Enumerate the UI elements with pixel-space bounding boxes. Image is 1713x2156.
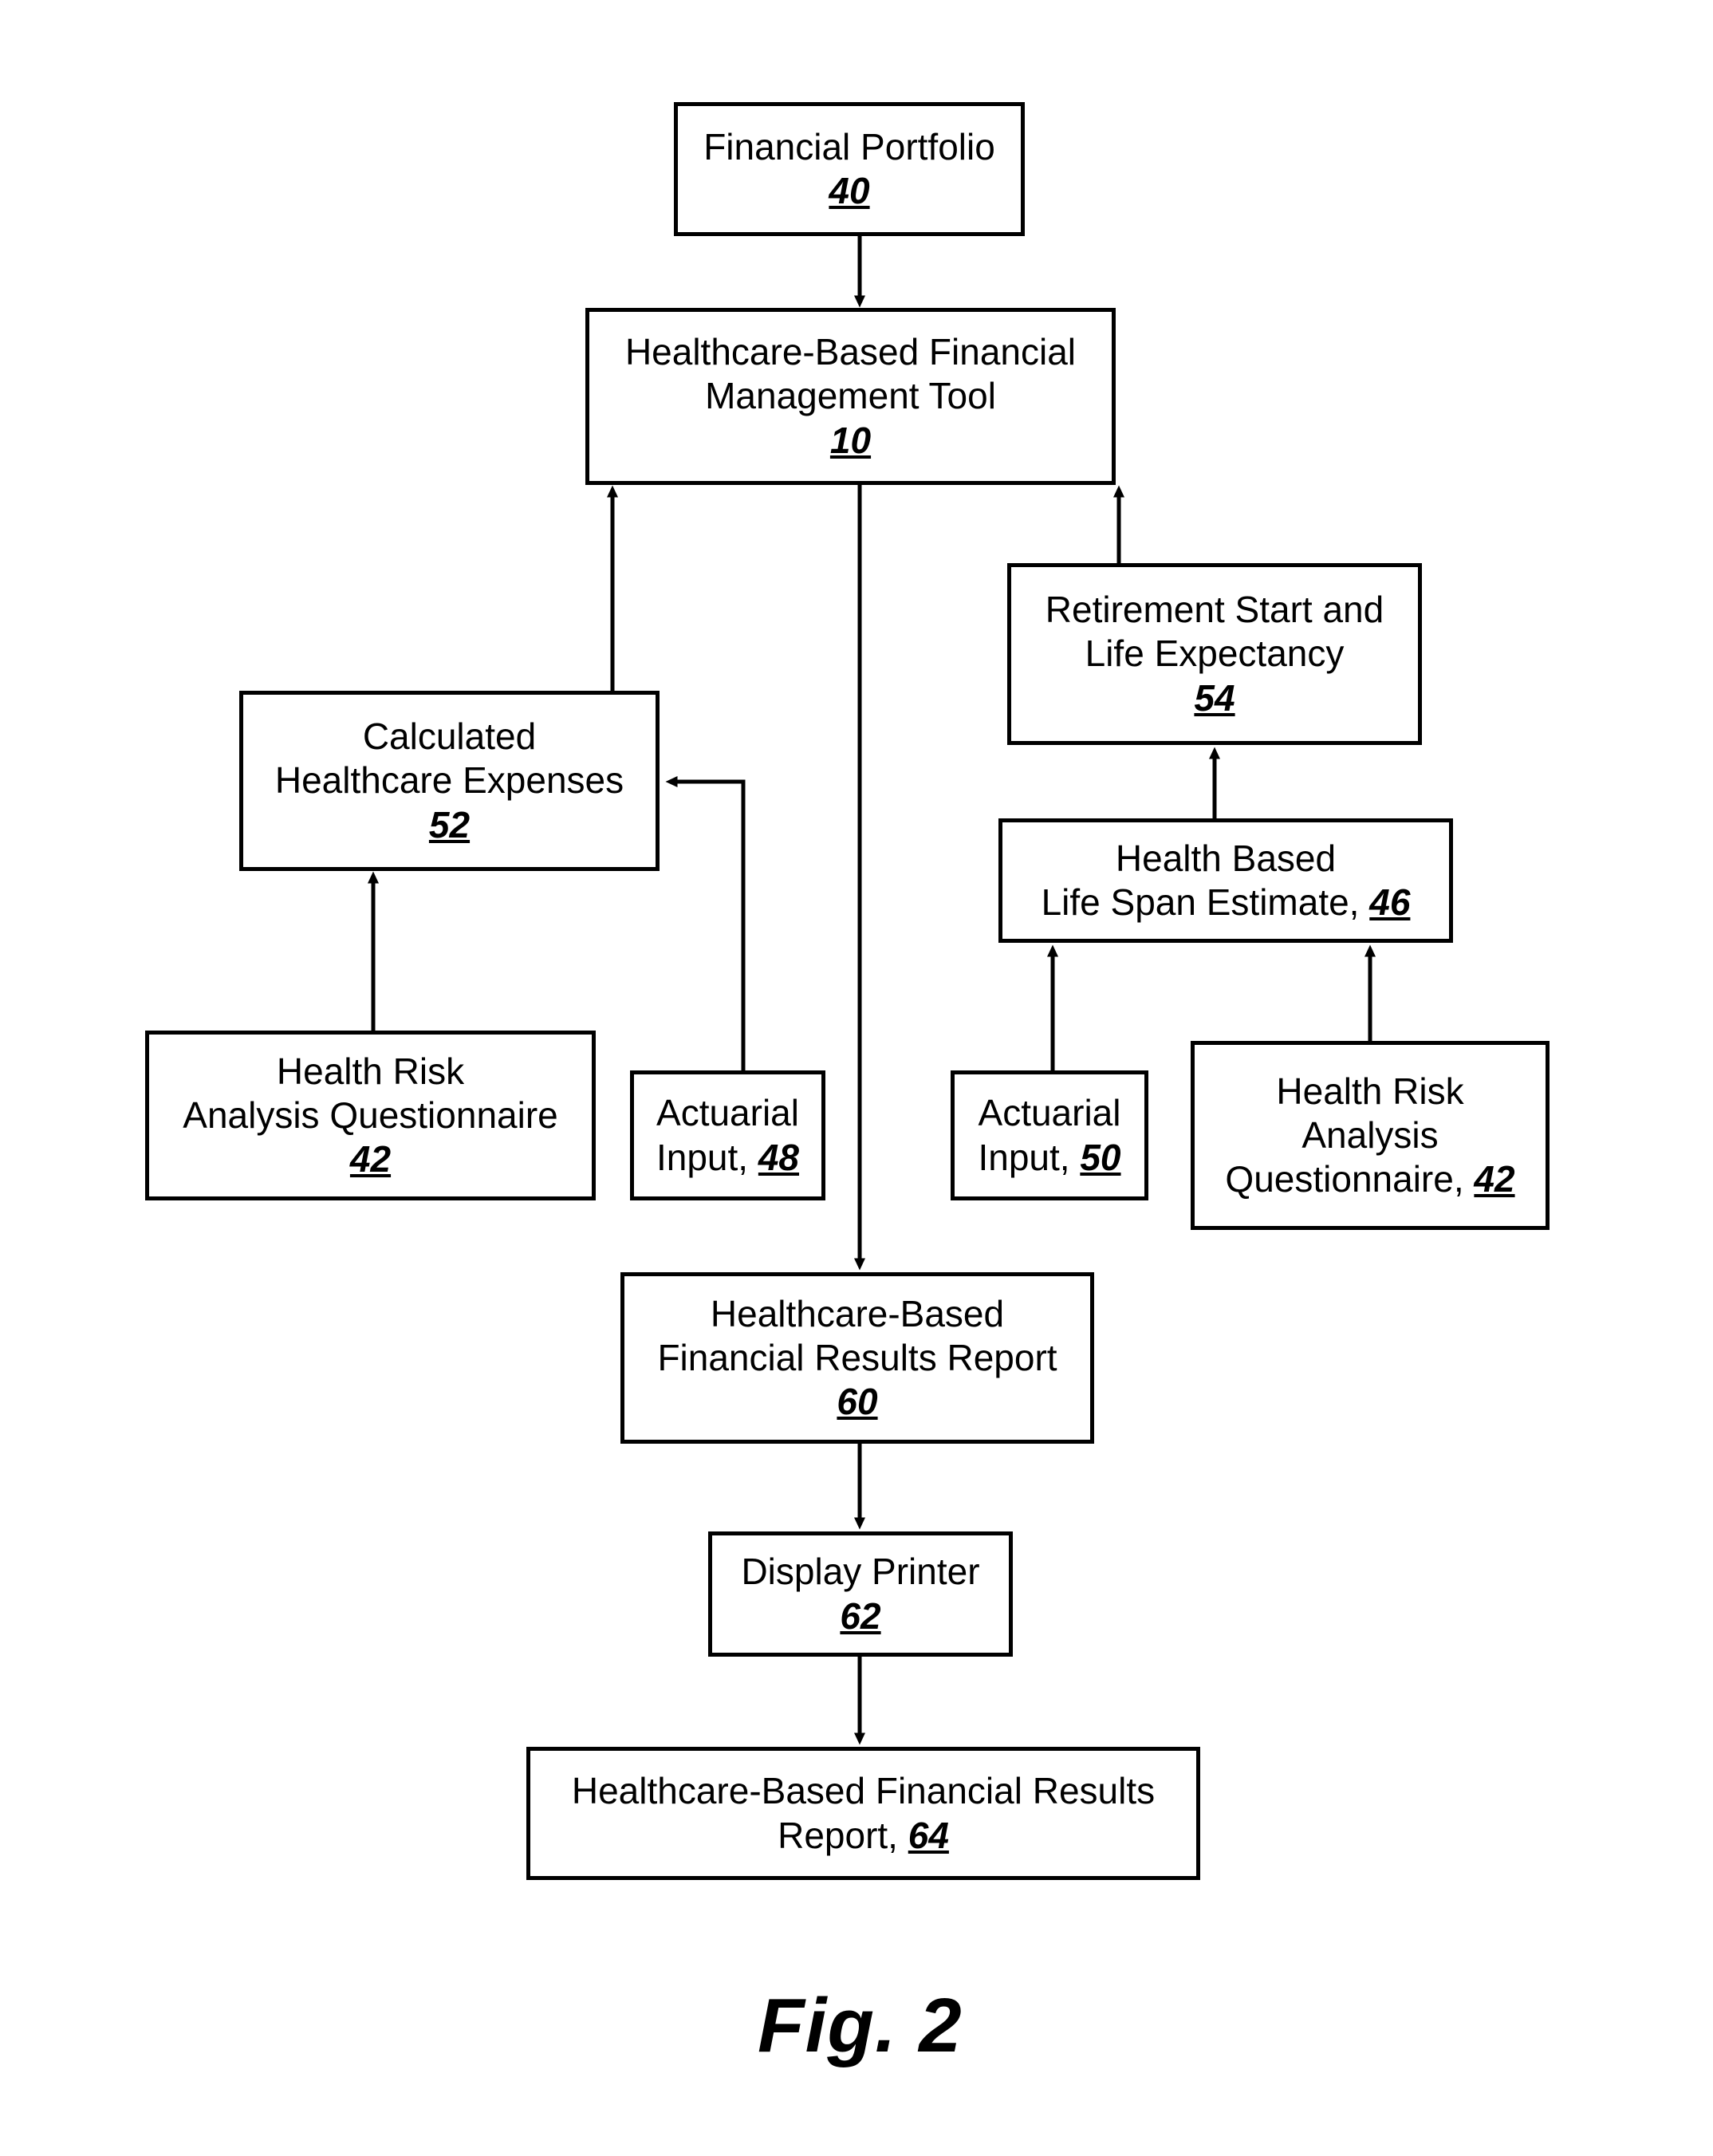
node-tool-line1: Healthcare-Based Financial (624, 331, 1077, 373)
node-retirement-line1: Retirement Start and (1045, 589, 1384, 631)
node-financial-portfolio[interactable]: Financial Portfolio 40 (674, 102, 1025, 236)
node-actuarial-input-50[interactable]: Actuarial Input, 50 (951, 1070, 1148, 1200)
node-actuarial-50-ref: 50 (1080, 1136, 1121, 1178)
node-display-printer[interactable]: Display Printer 62 (708, 1531, 1013, 1657)
node-display-62-line1: Display Printer (741, 1551, 980, 1593)
node-actuarial-50-line2: Input, 50 (978, 1136, 1120, 1180)
node-expenses-ref: 52 (428, 803, 471, 845)
node-retirement-line2: Life Expectancy (1085, 633, 1345, 675)
node-actuarial-48-line2: Input, 48 (656, 1136, 799, 1180)
connector-actuarial48-to-expenses (665, 776, 746, 1070)
node-lifespan-line2-text: Life Span Estimate, (1041, 881, 1360, 923)
node-results-64-line1: Healthcare-Based Financial Results (571, 1770, 1156, 1812)
node-tool-ref: 10 (829, 419, 872, 461)
node-health-based-life-span-estimate[interactable]: Health Based Life Span Estimate, 46 (998, 818, 1453, 943)
node-display-62-ref: 62 (840, 1594, 881, 1637)
node-lifespan-line1: Health Based (1115, 837, 1337, 879)
node-health-risk-analysis-questionnaire-left[interactable]: Health Risk Analysis Questionnaire 42 (145, 1031, 596, 1200)
node-actuarial-50-line2-text: Input, (978, 1136, 1070, 1178)
node-lifespan-line2: Life Span Estimate, 46 (1042, 881, 1411, 924)
node-actuarial-50-line1: Actuarial (978, 1092, 1121, 1134)
node-financial-portfolio-ref: 40 (829, 170, 870, 211)
node-expenses-line2: Healthcare Expenses (274, 759, 624, 802)
node-hraq-right-line3-text: Questionnaire, (1225, 1158, 1464, 1200)
node-results-64-line2: Report, 64 (778, 1814, 949, 1858)
node-tool-line2: Management Tool (705, 375, 996, 417)
node-healthcare-based-financial-results-report-64[interactable]: Healthcare-Based Financial Results Repor… (526, 1747, 1200, 1880)
node-results-60-ref: 60 (837, 1381, 878, 1423)
node-actuarial-48-line2-text: Input, (656, 1136, 749, 1178)
node-hraq-right-line1: Health Risk (1276, 1070, 1464, 1112)
node-lifespan-ref: 46 (1369, 881, 1411, 923)
node-healthcare-based-financial-management-tool[interactable]: Healthcare-Based Financial Management To… (585, 308, 1116, 485)
node-hraq-left-line1: Health Risk (276, 1050, 465, 1092)
node-hraq-left-ref: 42 (349, 1138, 392, 1180)
node-results-64-line2-text: Report, (778, 1814, 898, 1856)
node-results-64-ref: 64 (908, 1814, 949, 1856)
node-hraq-right-line2: Analysis (1301, 1113, 1439, 1156)
node-hraq-left-line2: Analysis Questionnaire (183, 1094, 558, 1136)
node-financial-portfolio-line1: Financial Portfolio (703, 125, 995, 168)
node-calculated-healthcare-expenses[interactable]: Calculated Healthcare Expenses 52 (239, 691, 660, 871)
node-retirement-start-and-life-expectancy[interactable]: Retirement Start and Life Expectancy 54 (1007, 563, 1422, 745)
node-expenses-line1: Calculated (362, 715, 537, 758)
node-healthcare-based-financial-results-report-60[interactable]: Healthcare-Based Financial Results Repor… (620, 1272, 1094, 1444)
node-retirement-ref: 54 (1194, 676, 1235, 719)
node-results-60-line2: Financial Results Report (657, 1336, 1057, 1378)
node-hraq-right-ref: 42 (1474, 1158, 1515, 1200)
node-actuarial-48-ref: 48 (758, 1136, 800, 1178)
node-hraq-right-line3: Questionnaire, 42 (1225, 1157, 1514, 1201)
node-actuarial-input-48[interactable]: Actuarial Input, 48 (630, 1070, 825, 1200)
node-health-risk-analysis-questionnaire-right[interactable]: Health Risk Analysis Questionnaire, 42 (1191, 1041, 1550, 1230)
node-results-60-line1: Healthcare-Based (710, 1292, 1005, 1334)
figure-caption: Fig. 2 (758, 1983, 963, 2068)
node-actuarial-48-line1: Actuarial (656, 1092, 799, 1134)
